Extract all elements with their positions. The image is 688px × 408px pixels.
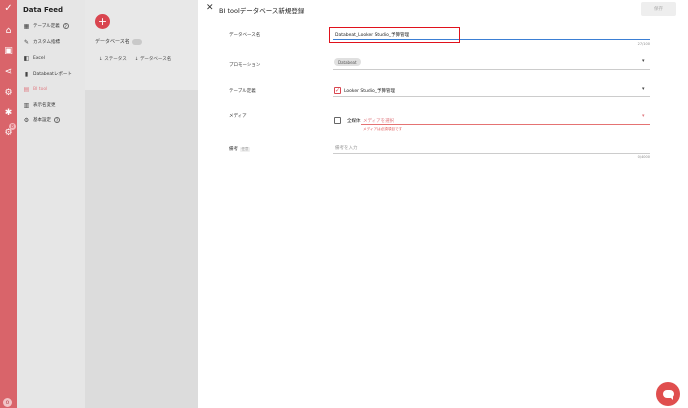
table-def-underline	[333, 96, 650, 97]
database-name-counter: 27/100	[637, 42, 650, 46]
sidebar-item-custom-metrics[interactable]: ✎ カスタム指標	[23, 37, 60, 47]
list-title: データベース名	[95, 38, 142, 45]
logo-icon[interactable]: ✓	[0, 0, 17, 17]
all-media-label: 全媒体	[347, 119, 361, 124]
help-icon[interactable]: ?	[62, 23, 69, 29]
list-title-label: データベース名	[95, 39, 130, 45]
highlight-box	[329, 27, 460, 43]
database-name-label: データベース名	[229, 33, 261, 38]
optional-tag: 任意	[240, 147, 250, 152]
notification-badge: 8	[9, 123, 16, 130]
sidebar-item-label: 基本設定	[33, 118, 51, 123]
sidebar-item-display-name[interactable]: ▥ 表示名変更	[23, 100, 56, 110]
icon-rail: ✓ ⌂ ▣ ⋖ ⚙ ✱ ⚙ 8 o	[0, 0, 17, 408]
promotion-chip[interactable]: Databeat	[334, 58, 361, 66]
sidebar-item-label: 表示名変更	[33, 103, 56, 108]
chat-button[interactable]	[656, 382, 680, 406]
wrench-icon: ✎	[23, 38, 30, 46]
table-icon: ▦	[23, 22, 30, 30]
sidebar-item-bi-tool[interactable]: ▤ BI tool	[23, 84, 48, 94]
sidebar-item-table-def[interactable]: ▦ テーブル定義 ?	[23, 21, 69, 31]
rename-icon: ▥	[23, 101, 30, 109]
all-media-checkbox[interactable]	[334, 117, 341, 124]
column-status[interactable]: ↓ ステータス	[99, 56, 127, 62]
close-icon[interactable]: ✕	[206, 3, 214, 13]
promotion-underline	[333, 69, 650, 70]
dialog-title: BI toolデータベース新規登録	[219, 7, 305, 15]
note-label: 備考 任意	[229, 147, 250, 152]
chat-icon	[662, 390, 674, 400]
sidebar-item-label: BI tool	[33, 86, 48, 92]
sidebar-item-basic-settings[interactable]: ⚙ 基本設定 ?	[23, 115, 60, 125]
sidebar: Data Feed ‹ ▦ テーブル定義 ? ✎ カスタム指標 ◧ Excel …	[17, 0, 90, 408]
sidebar-item-label: テーブル定義	[33, 24, 60, 29]
table-def-label: テーブル定義	[229, 89, 256, 94]
avatar[interactable]: o	[3, 398, 12, 407]
table-def-value[interactable]: Looker Studio_予算管理	[344, 88, 395, 94]
chevron-down-icon[interactable]: ▾	[642, 58, 645, 64]
promotion-label: プロモーション	[229, 63, 261, 68]
media-error: メディアは必須項目です	[363, 127, 403, 131]
add-button[interactable]: +	[95, 14, 110, 29]
sidebar-item-label: カスタム指標	[33, 40, 60, 45]
table-def-checkbox[interactable]: ✓	[334, 87, 341, 94]
sidebar-item-databeat-report[interactable]: ▮ Databeatレポート	[23, 69, 72, 79]
sidebar-title: Data Feed	[23, 6, 64, 14]
save-button[interactable]: 保存	[641, 2, 676, 16]
sidebar-item-label: Databeatレポート	[33, 72, 72, 77]
media-label: メディア	[229, 114, 247, 119]
chevron-down-icon[interactable]: ▾	[642, 86, 645, 92]
table-icon[interactable]: ▣	[0, 44, 17, 58]
note-input[interactable]: 備考を入力	[335, 145, 358, 151]
bar-chart-icon: ▮	[24, 70, 29, 78]
excel-icon: ◧	[23, 54, 30, 62]
note-underline	[333, 153, 650, 154]
chevron-down-icon[interactable]: ▾	[642, 113, 645, 119]
help-icon[interactable]: ?	[54, 117, 60, 123]
column-database-name[interactable]: ↓ データベース名	[135, 56, 172, 62]
count-badge	[131, 38, 142, 45]
sidebar-item-excel[interactable]: ◧ Excel	[23, 53, 45, 63]
list-panel: + データベース名 ↓ ステータス ↓ データベース名	[85, 0, 198, 408]
note-counter: 0/4000	[637, 155, 650, 159]
share-icon[interactable]: ⋖	[0, 65, 17, 79]
database-icon: ▤	[23, 85, 30, 93]
media-underline	[361, 124, 650, 125]
gear-icon: ⚙	[23, 116, 30, 124]
list-columns: ↓ ステータス ↓ データベース名	[99, 56, 171, 62]
run-icon[interactable]: ✱	[0, 106, 17, 120]
settings-icon[interactable]: ⚙	[0, 86, 17, 100]
sidebar-item-label: Excel	[33, 55, 45, 61]
registration-dialog: ✕ BI toolデータベース新規登録 保存 データベース名 Databeat_…	[198, 0, 688, 408]
home-icon[interactable]: ⌂	[0, 24, 17, 38]
